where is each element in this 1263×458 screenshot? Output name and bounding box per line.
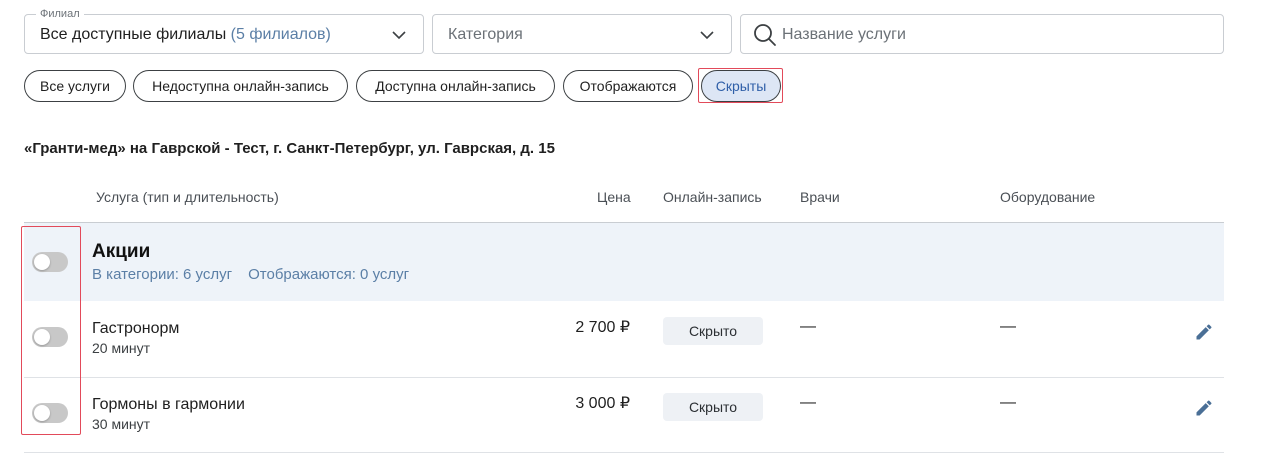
chevron-down-icon — [392, 31, 406, 40]
chip-shown[interactable]: Отображаются — [563, 70, 693, 102]
branch-select[interactable]: Филиал Все доступные филиалы (5 филиалов… — [24, 7, 424, 54]
service-search-placeholder: Название услуги — [782, 26, 906, 43]
header-service: Услуга (тип и длительность) — [96, 189, 279, 205]
table-row: Гормоны в гармонии 30 минут 3 000 ₽ Скры… — [24, 377, 1224, 453]
category-visibility-toggle[interactable] — [32, 252, 68, 272]
header-doctors: Врачи — [800, 189, 840, 205]
service-price: 2 700 ₽ — [575, 319, 630, 336]
doctors-value: — — [800, 394, 816, 411]
header-equipment: Оборудование — [1000, 189, 1096, 205]
category-shown-count: Отображаются: 0 услуг — [248, 266, 410, 283]
chip-hidden[interactable]: Скрыты — [701, 70, 781, 102]
category-stats: В категории: 6 услуг Отображаются: 0 услу… — [92, 266, 409, 284]
service-visibility-toggle[interactable] — [32, 403, 68, 423]
service-visibility-toggle[interactable] — [32, 327, 68, 347]
pencil-edit-icon[interactable] — [1194, 398, 1214, 418]
pencil-edit-icon[interactable] — [1194, 322, 1214, 342]
online-status-badge: Скрыто — [663, 393, 763, 421]
doctors-value: — — [800, 318, 816, 335]
branch-title: «Гранти-мед» на Гаврской - Тест, г. Санк… — [24, 140, 555, 157]
service-duration: 20 минут — [92, 340, 151, 356]
service-search-input[interactable]: Название услуги — [740, 14, 1224, 54]
equipment-value: — — [1000, 394, 1016, 411]
category-title: Акции — [92, 241, 151, 262]
category-count: В категории: 6 услуг — [92, 266, 233, 283]
category-row: Акции В категории: 6 услуг Отображаются: … — [24, 223, 1224, 301]
service-name: Гормоны в гармонии — [92, 396, 245, 413]
header-price: Цена — [597, 189, 631, 205]
service-price: 3 000 ₽ — [575, 395, 630, 412]
service-name: Гастронорм — [92, 320, 180, 337]
toggle-knob — [34, 254, 50, 270]
branch-select-value: Все доступные филиалы (5 филиалов) — [40, 26, 331, 43]
toggle-knob — [34, 405, 50, 421]
table-row: Гастронорм 20 минут 2 700 ₽ Скрыто — — — [24, 301, 1224, 377]
row-divider — [24, 452, 1224, 453]
category-select-placeholder: Категория — [448, 26, 523, 43]
chip-all-services[interactable]: Все услуги — [24, 70, 126, 102]
branch-select-legend: Филиал — [36, 7, 84, 21]
online-status-badge: Скрыто — [663, 317, 763, 345]
chip-online-unavailable[interactable]: Недоступна онлайн-запись — [133, 70, 348, 102]
search-icon — [754, 24, 776, 46]
service-duration: 30 минут — [92, 416, 151, 432]
header-online: Онлайн-запись — [663, 189, 762, 205]
chip-online-available[interactable]: Доступна онлайн-запись — [356, 70, 555, 102]
branch-count: (5 филиалов) — [230, 26, 331, 43]
toggle-knob — [34, 329, 50, 345]
chevron-down-icon — [700, 31, 714, 40]
category-select[interactable]: Категория — [432, 14, 732, 54]
equipment-value: — — [1000, 318, 1016, 335]
